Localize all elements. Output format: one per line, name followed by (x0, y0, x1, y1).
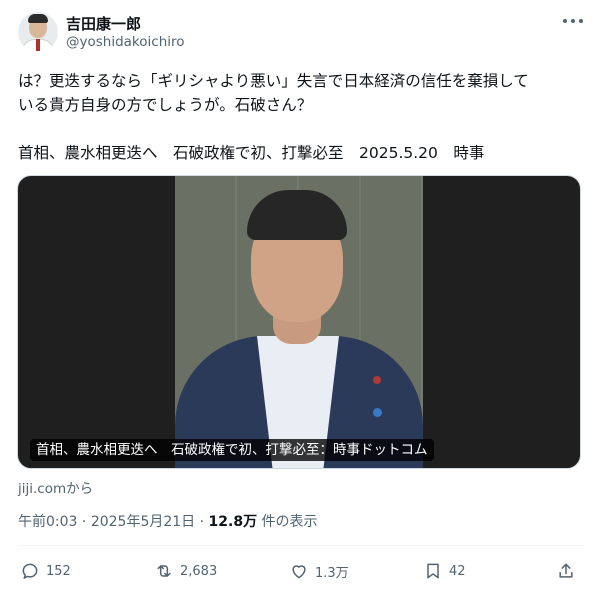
more-horizontal-icon[interactable] (562, 14, 584, 28)
share-icon (559, 563, 573, 578)
avatar[interactable] (18, 12, 58, 52)
retweet-button[interactable]: 2,683 (154, 559, 217, 583)
tweet-time[interactable]: 午前0:03 (18, 514, 77, 530)
reply-count: 152 (46, 563, 71, 579)
retweet-count: 2,683 (180, 563, 218, 579)
like-button[interactable]: 1.3万 (289, 559, 349, 583)
bookmark-icon (427, 563, 439, 579)
tweet-date[interactable]: 2025年5月21日 (91, 514, 195, 530)
author-handle[interactable]: @yoshidakoichiro (66, 34, 185, 50)
views-count: 12.8万 (208, 514, 258, 530)
bookmark-count: 42 (449, 563, 466, 579)
reply-button[interactable]: 152 (20, 559, 71, 583)
retweet-icon (157, 565, 171, 577)
tweet-meta: 午前0:03 · 2025年5月21日 · 12.8万 件の表示 (18, 514, 318, 530)
share-button[interactable] (556, 559, 576, 583)
tweet-header: 吉田康一郎 @yoshidakoichiro (18, 10, 584, 56)
like-count: 1.3万 (315, 565, 349, 581)
divider (18, 545, 584, 546)
link-card-image[interactable]: 首相、農水相更迭へ 石破政権で初、打撃必至：時事ドットコム (17, 175, 581, 469)
link-source[interactable]: jiji.comから (18, 477, 93, 497)
link-card-title[interactable]: 首相、農水相更迭へ 石破政権で初、打撃必至：時事ドットコム (30, 439, 434, 461)
action-bar: 152 2,683 1.3万 42 (18, 559, 584, 583)
bookmark-button[interactable]: 42 (423, 559, 466, 583)
news-photo (175, 176, 423, 468)
reply-icon (22, 563, 38, 579)
heart-icon (292, 565, 306, 579)
views-label: 件の表示 (257, 514, 318, 530)
author-display-name[interactable]: 吉田康一郎 (66, 13, 141, 34)
tweet-text: は？更迭するなら「ギリシャより悪い」失言で日本経済の信任を棄損して いる貴方自身… (18, 72, 529, 114)
tweet-headline: 首相、農水相更迭へ 石破政権で初、打撃必至 2025.5.20 時事 (18, 144, 485, 162)
